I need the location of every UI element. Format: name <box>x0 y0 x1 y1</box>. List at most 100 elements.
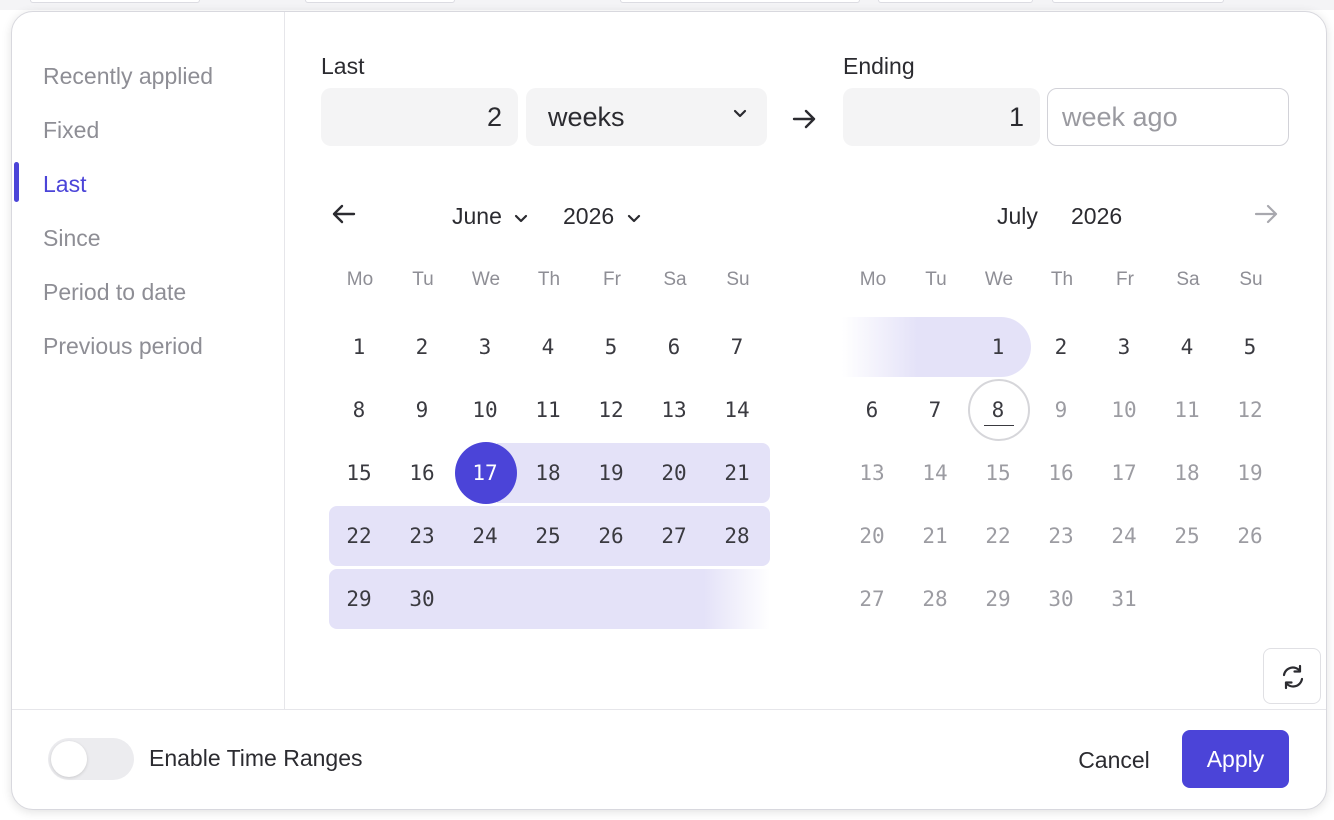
apply-button[interactable]: Apply <box>1182 730 1289 788</box>
calendar-day[interactable]: 4 <box>518 317 578 377</box>
weekday-label: Mo <box>859 269 887 290</box>
calendar-day[interactable]: 22 <box>968 506 1028 566</box>
weekday-label: Mo <box>346 269 374 290</box>
calendar-day[interactable]: 13 <box>842 443 902 503</box>
calendar-day[interactable]: 15 <box>968 443 1028 503</box>
month-label: June <box>452 203 502 229</box>
calendar-day[interactable]: 30 <box>1031 569 1091 629</box>
calendar-day[interactable]: 8 <box>329 380 389 440</box>
calendar-day[interactable]: 13 <box>644 380 704 440</box>
calendar-day[interactable]: 27 <box>842 569 902 629</box>
ending-count-input[interactable]: 1 <box>843 88 1040 146</box>
calendar-day[interactable]: 27 <box>644 506 704 566</box>
calendar-day[interactable]: 9 <box>392 380 452 440</box>
background-strip <box>0 0 1334 10</box>
calendar-day[interactable]: 18 <box>1157 443 1217 503</box>
calendar-day[interactable]: 26 <box>1220 506 1280 566</box>
calendar-day[interactable]: 20 <box>842 506 902 566</box>
weekday-label: Fr <box>603 269 621 290</box>
sidebar-item-period-to-date[interactable]: Period to date <box>43 277 186 307</box>
calendar-day[interactable]: 1 <box>968 317 1028 377</box>
calendar-day[interactable]: 24 <box>455 506 515 566</box>
sidebar-item-last[interactable]: Last <box>43 169 86 199</box>
year-select-left[interactable]: 2026 <box>563 203 641 230</box>
last-count-input[interactable]: 2 <box>321 88 518 146</box>
calendar-day[interactable]: 10 <box>455 380 515 440</box>
background-tab <box>1052 0 1224 3</box>
calendar-day[interactable]: 11 <box>518 380 578 440</box>
calendar-day[interactable]: 6 <box>842 380 902 440</box>
calendar-day[interactable]: 1 <box>329 317 389 377</box>
month-label-july: July <box>997 203 1038 229</box>
calendar-day[interactable]: 14 <box>707 380 767 440</box>
weekday-label: We <box>471 269 501 290</box>
calendar-day[interactable]: 24 <box>1094 506 1154 566</box>
calendar-day[interactable]: 7 <box>707 317 767 377</box>
calendar-day[interactable]: 4 <box>1157 317 1217 377</box>
background-tab <box>620 0 860 3</box>
background-tab <box>878 0 1033 3</box>
background-tab <box>30 0 200 3</box>
calendar-day[interactable]: 16 <box>392 443 452 503</box>
calendar-day[interactable]: 26 <box>581 506 641 566</box>
sidebar-item-since[interactable]: Since <box>43 223 101 253</box>
arrow-right-icon <box>792 109 816 129</box>
time-ranges-toggle[interactable] <box>48 738 134 780</box>
calendar-day[interactable]: 8 <box>968 380 1028 440</box>
calendar-day[interactable]: 21 <box>707 443 767 503</box>
calendar-day[interactable]: 31 <box>1094 569 1154 629</box>
calendar-day[interactable]: 21 <box>905 506 965 566</box>
calendar-day[interactable]: 30 <box>392 569 452 629</box>
weekday-label: Tu <box>925 269 947 290</box>
calendar-day[interactable]: 3 <box>455 317 515 377</box>
calendar-day[interactable]: 28 <box>707 506 767 566</box>
chevron-down-icon <box>627 214 640 223</box>
sidebar-item-fixed[interactable]: Fixed <box>43 115 99 145</box>
calendar-day[interactable]: 12 <box>581 380 641 440</box>
calendar-day[interactable]: 19 <box>581 443 641 503</box>
calendar-day[interactable]: 15 <box>329 443 389 503</box>
arrow-right-icon[interactable] <box>1254 203 1280 225</box>
calendar-day[interactable]: 17 <box>455 443 515 503</box>
sidebar-item-previous-period[interactable]: Previous period <box>43 331 203 361</box>
calendar-day[interactable]: 19 <box>1220 443 1280 503</box>
calendar-day[interactable]: 3 <box>1094 317 1154 377</box>
calendar-day[interactable]: 23 <box>1031 506 1091 566</box>
weekday-label: Su <box>726 269 750 290</box>
calendar-day[interactable]: 17 <box>1094 443 1154 503</box>
calendar-day[interactable]: 12 <box>1220 380 1280 440</box>
calendar-day[interactable]: 20 <box>644 443 704 503</box>
month-select-june[interactable]: June <box>452 203 528 230</box>
unit-select-value: weeks <box>548 102 625 132</box>
calendar-day[interactable]: 25 <box>518 506 578 566</box>
calendar-day[interactable]: 25 <box>1157 506 1217 566</box>
calendar-day[interactable]: 14 <box>905 443 965 503</box>
calendar-day[interactable]: 5 <box>1220 317 1280 377</box>
refresh-icon <box>1282 664 1304 690</box>
background-tab <box>305 0 455 3</box>
date-range-picker: Recently applied Fixed Last Since Period… <box>11 11 1327 810</box>
toggle-knob <box>51 741 87 777</box>
arrow-left-icon[interactable] <box>330 203 356 225</box>
refresh-button[interactable] <box>1263 648 1321 704</box>
calendar-day[interactable]: 10 <box>1094 380 1154 440</box>
weekday-label: Sa <box>1176 269 1200 290</box>
calendar-day[interactable]: 29 <box>329 569 389 629</box>
calendar-day[interactable]: 28 <box>905 569 965 629</box>
sidebar-item-recently-applied[interactable]: Recently applied <box>43 61 213 91</box>
calendar-day[interactable]: 2 <box>1031 317 1091 377</box>
cancel-button[interactable]: Cancel <box>1064 740 1164 780</box>
calendar-day[interactable]: 5 <box>581 317 641 377</box>
calendar-day[interactable]: 29 <box>968 569 1028 629</box>
ending-unit-field[interactable]: week ago <box>1047 88 1289 146</box>
calendar-day[interactable]: 2 <box>392 317 452 377</box>
unit-select[interactable]: weeks <box>526 88 767 146</box>
calendar-day[interactable]: 22 <box>329 506 389 566</box>
calendar-day[interactable]: 6 <box>644 317 704 377</box>
calendar-day[interactable]: 23 <box>392 506 452 566</box>
calendar-day[interactable]: 16 <box>1031 443 1091 503</box>
calendar-day[interactable]: 7 <box>905 380 965 440</box>
calendar-day[interactable]: 18 <box>518 443 578 503</box>
calendar-day[interactable]: 11 <box>1157 380 1217 440</box>
calendar-day[interactable]: 9 <box>1031 380 1091 440</box>
